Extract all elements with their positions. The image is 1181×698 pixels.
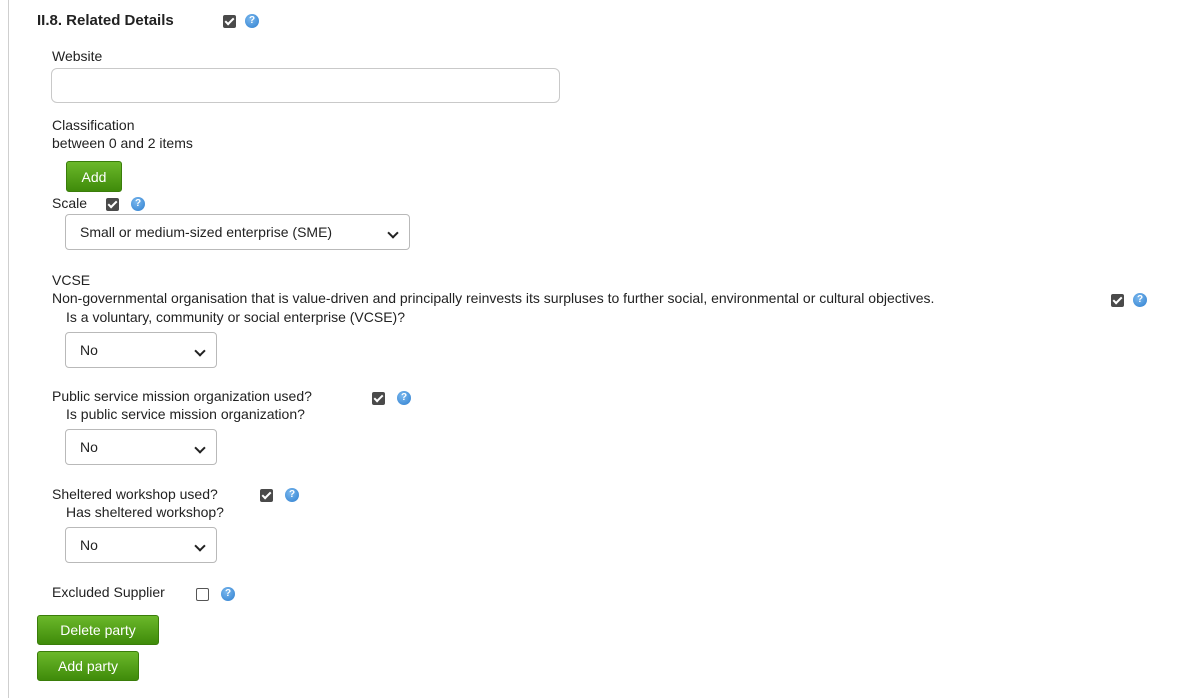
website-input[interactable] [51,68,560,103]
scale-label: Scale [52,195,88,211]
help-icon[interactable]: ? [1133,293,1147,307]
public-service-checkbox[interactable] [372,392,385,405]
help-icon[interactable]: ? [245,14,259,28]
help-icon[interactable]: ? [131,197,145,211]
sheltered-selected-value: No [80,537,98,553]
sheltered-checkbox[interactable] [260,489,273,502]
excluded-checkbox[interactable] [196,588,209,601]
chevron-down-icon [194,345,206,357]
vcse-question: Is a voluntary, community or social ente… [66,309,405,325]
classification-hint: between 0 and 2 items [52,135,193,151]
vcse-checkbox[interactable] [1111,294,1124,307]
website-label: Website [52,48,103,64]
vcse-description: Non-governmental organisation that is va… [52,290,935,306]
section-title: II.8. Related Details [37,12,174,29]
help-icon[interactable]: ? [397,391,411,405]
sheltered-question: Has sheltered workshop? [66,504,224,520]
public-service-select[interactable]: No [65,429,217,465]
vcse-select[interactable]: No [65,332,217,368]
vcse-heading: VCSE [52,272,91,288]
add-party-button[interactable]: Add party [37,651,139,681]
scale-checkbox[interactable] [106,198,119,211]
scale-selected-value: Small or medium-sized enterprise (SME) [80,224,333,240]
sheltered-label: Sheltered workshop used? [52,486,218,502]
chevron-down-icon [194,540,206,552]
classification-add-button[interactable]: Add [66,161,122,192]
public-service-label: Public service mission organization used… [52,388,312,404]
delete-party-button[interactable]: Delete party [37,615,159,645]
classification-label: Classification [52,117,135,133]
excluded-label: Excluded Supplier [52,584,165,600]
left-border-line [8,0,9,698]
sheltered-select[interactable]: No [65,527,217,563]
chevron-down-icon [194,442,206,454]
public-service-question: Is public service mission organization? [66,406,305,422]
chevron-down-icon [387,227,399,239]
public-service-selected-value: No [80,439,98,455]
scale-select[interactable]: Small or medium-sized enterprise (SME) [65,214,410,250]
help-icon[interactable]: ? [285,488,299,502]
help-icon[interactable]: ? [221,587,235,601]
section-checkbox[interactable] [223,15,236,28]
vcse-selected-value: No [80,342,98,358]
